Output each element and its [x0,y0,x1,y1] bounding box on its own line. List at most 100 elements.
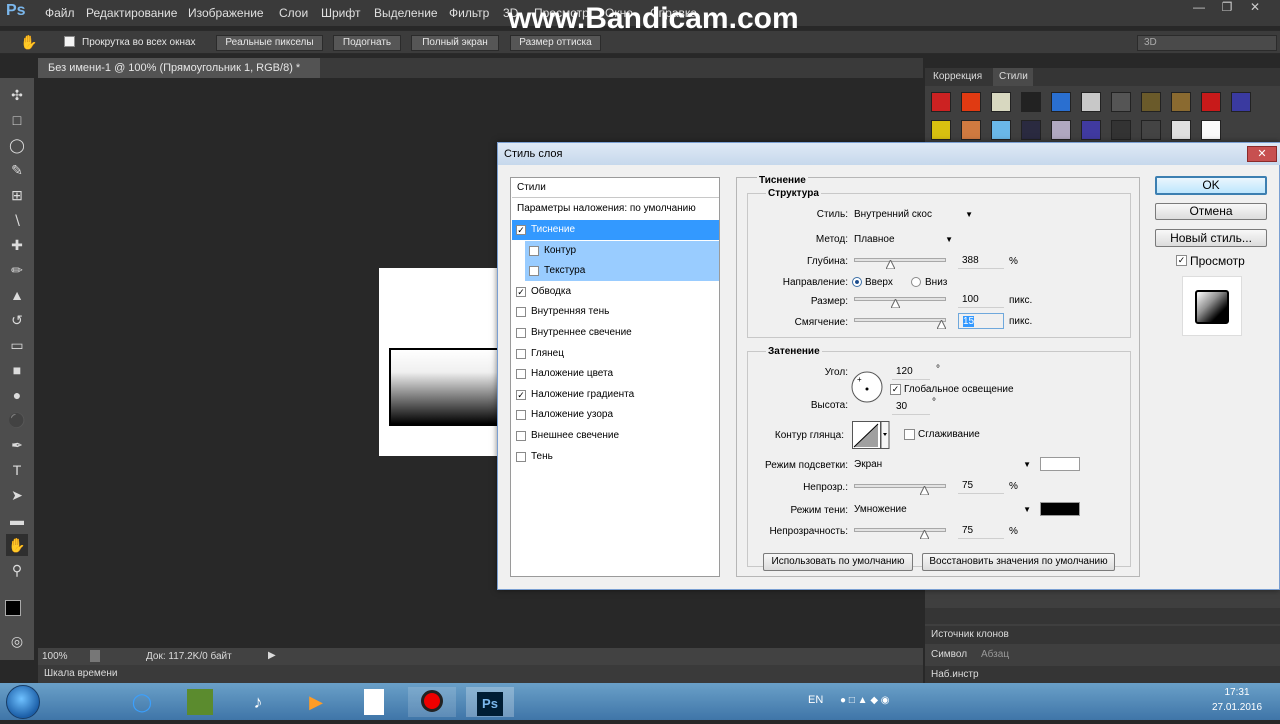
quick-select-tool-icon[interactable]: ✎ [6,159,28,181]
timeline-label[interactable]: Шкала времени [44,668,117,679]
size-slider-thumb[interactable] [891,299,900,308]
brush-tool-icon[interactable]: ✏ [6,259,28,281]
menu-type[interactable]: Шрифт [321,6,360,20]
highlight-color-swatch[interactable] [1040,457,1080,471]
angle-input[interactable]: 120 [892,364,930,380]
character-panel[interactable]: Символ [925,646,967,664]
soften-slider[interactable] [854,318,946,322]
shadow-color-swatch[interactable] [1040,502,1080,516]
document-tab[interactable]: Без имени-1 @ 100% (Прямоугольник 1, RGB… [38,58,320,78]
minecraft-icon[interactable] [176,687,224,717]
style-swatch[interactable] [1111,120,1131,140]
tab-adjustments[interactable]: Коррекция [927,68,982,86]
shape-tool-icon[interactable]: ▬ [6,509,28,531]
style-swatch[interactable] [1171,120,1191,140]
hand-tool-icon[interactable]: ✋ [6,534,28,556]
global-light-checkbox[interactable]: ✓ [890,384,901,395]
scroll-all-checkbox[interactable] [64,36,75,50]
effect-item[interactable]: ✓ Тиснение [512,220,719,240]
path-select-icon[interactable]: ➤ [6,484,28,506]
depth-slider[interactable] [854,258,946,262]
style-swatch[interactable] [1171,92,1191,112]
effect-checkbox[interactable] [516,410,526,421]
preview-checkbox[interactable]: ✓ [1176,255,1187,266]
style-swatch[interactable] [1231,92,1251,112]
style-swatch[interactable] [1051,92,1071,112]
healing-tool-icon[interactable]: ✚ [6,234,28,256]
highlight-mode-dropdown[interactable]: Экран ▼ [851,457,1034,473]
size-slider[interactable] [854,297,946,301]
angle-dial[interactable]: + [850,370,884,404]
depth-slider-thumb[interactable] [886,260,895,269]
effect-item[interactable]: Текстура [525,261,719,282]
style-swatch[interactable] [1021,92,1041,112]
marquee-tool-icon[interactable]: □ [6,109,28,131]
effect-item[interactable]: ✓ Обводка [512,282,719,302]
shadow-opacity-input[interactable]: 75 [958,523,1004,539]
clock-date[interactable]: 27.01.2016 [1207,702,1267,713]
effect-checkbox[interactable]: ✓ [516,225,526,235]
restore-icon[interactable]: ❐ [1214,0,1240,18]
foreground-color[interactable] [5,600,21,616]
effect-item[interactable]: Глянец [512,344,719,364]
zoom-level[interactable]: 100% [42,651,68,662]
workspace-select[interactable]: 3D [1137,35,1277,51]
effect-item[interactable]: Наложение цвета [512,364,719,384]
highlight-opacity-input[interactable]: 75 [958,478,1004,494]
status-arrow-icon[interactable]: ▶ [268,650,276,661]
shadow-opacity-thumb[interactable] [920,530,929,539]
style-swatch[interactable] [1141,120,1161,140]
blending-options-item[interactable]: Параметры наложения: по умолчанию [512,199,719,219]
effect-checkbox[interactable] [529,245,539,256]
actual-pixels-button[interactable]: Реальные пикселы [216,35,323,51]
menu-file[interactable]: Файл [45,6,75,20]
gloss-contour-picker[interactable] [852,421,890,449]
menu-layers[interactable]: Слои [279,6,308,20]
media-player-icon[interactable]: ▶ [292,687,340,717]
zoom-tool-icon[interactable]: ⚲ [6,559,28,581]
effect-checkbox[interactable] [529,266,539,277]
highlight-opacity-slider[interactable] [854,484,946,488]
style-swatch[interactable] [1021,120,1041,140]
effect-checkbox[interactable] [516,328,526,338]
effect-item[interactable]: Внутреннее свечение [512,323,719,343]
gradient-tool-icon[interactable]: ■ [6,359,28,381]
style-swatch[interactable] [991,120,1011,140]
style-dropdown[interactable]: Внутренний скос ▼ [851,207,976,223]
effect-item[interactable]: Внутренняя тень [512,302,719,322]
eraser-tool-icon[interactable]: ▭ [6,334,28,356]
method-dropdown[interactable]: Плавное ▼ [851,232,956,248]
menu-filter[interactable]: Фильтр [449,6,489,20]
tab-styles[interactable]: Стили [993,68,1033,86]
status-icon[interactable] [90,650,100,662]
paragraph-panel[interactable]: Абзац [975,646,1009,664]
direction-down-radio[interactable] [911,277,921,287]
effect-checkbox[interactable] [516,307,526,318]
style-swatch[interactable] [1111,92,1131,112]
style-swatch[interactable] [961,92,981,112]
effect-item[interactable]: Наложение узора [512,405,719,425]
make-default-button[interactable]: Использовать по умолчанию [763,553,913,571]
effect-checkbox[interactable] [516,369,526,380]
effect-item[interactable]: ✓ Наложение градиента [512,385,719,405]
minimize-icon[interactable]: — [1186,0,1212,18]
language-indicator[interactable]: EN [808,694,823,706]
print-size-button[interactable]: Размер оттиска [510,35,601,51]
effect-item[interactable]: Контур [525,240,719,261]
style-swatch[interactable] [1081,120,1101,140]
size-input[interactable]: 100 [958,292,1004,308]
checkbox-box[interactable] [64,36,75,47]
shadow-mode-dropdown[interactable]: Умножение ▼ [851,502,1034,518]
menu-edit[interactable]: Редактирование [86,6,177,20]
start-button[interactable] [6,685,40,719]
effect-checkbox[interactable]: ✓ [516,286,526,297]
style-swatch[interactable] [1141,92,1161,112]
style-swatch[interactable] [991,92,1011,112]
style-swatch[interactable] [961,120,981,140]
full-screen-button[interactable]: Полный экран [411,35,499,51]
crop-tool-icon[interactable]: ⊞ [6,184,28,206]
file-icon[interactable] [350,687,398,717]
soften-slider-thumb[interactable] [937,320,946,329]
cancel-button[interactable]: Отмена [1155,203,1267,220]
history-brush-icon[interactable]: ↺ [6,309,28,331]
